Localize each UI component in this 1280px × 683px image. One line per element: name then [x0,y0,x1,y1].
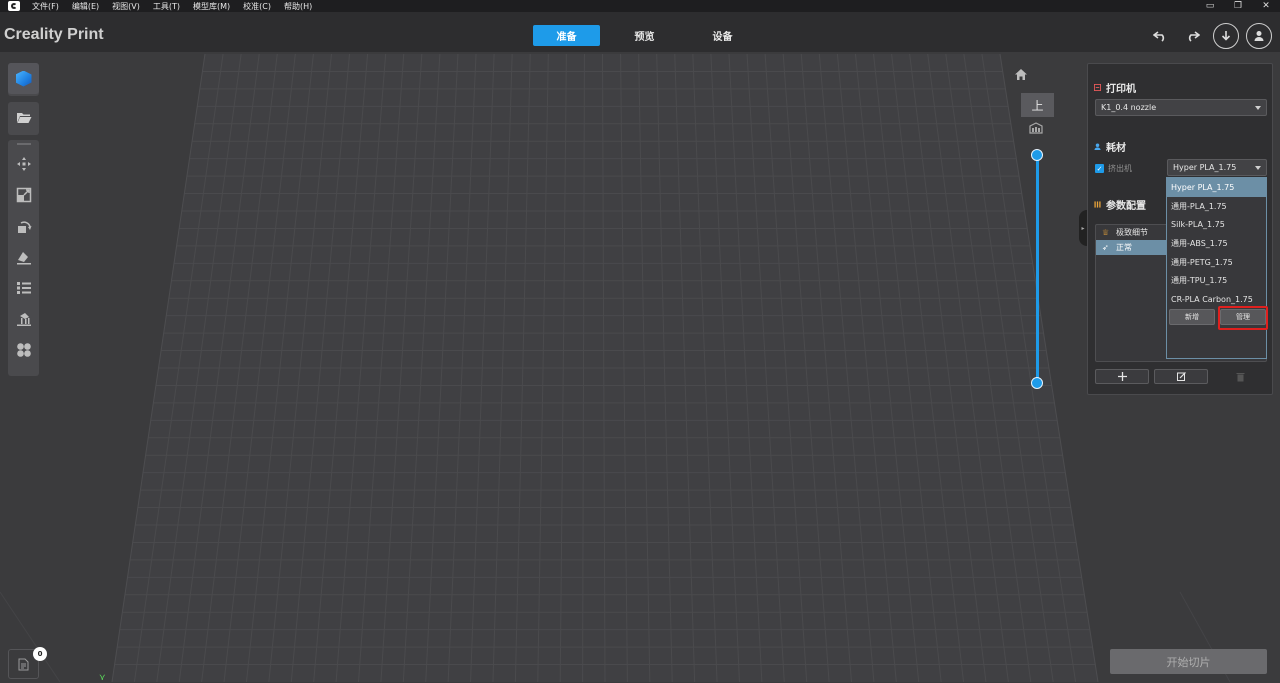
filament-dropdown: Hyper PLA_1.75 通用-PLA_1.75 Silk-PLA_1.75… [1166,177,1267,359]
left-toolbar-tools [8,140,39,376]
filament-select-value: Hyper PLA_1.75 [1173,163,1237,172]
extruder-checkbox-row[interactable]: ✓ 挤出机 [1095,163,1132,174]
open-file-group [8,102,39,135]
menu-file[interactable]: 文件(F) [32,1,59,12]
printer-title: 打印机 [1106,84,1136,95]
home-view-icon[interactable] [1014,68,1028,82]
move-button[interactable] [8,148,39,179]
app-title: Creality Print [4,26,104,43]
close-icon[interactable]: ✕ [1252,0,1280,12]
lay-flat-icon [16,251,31,264]
support-icon [16,312,31,326]
top-view-button[interactable]: 上 [1021,93,1054,117]
start-slice-button[interactable]: 开始切片 [1110,649,1267,674]
top-view-label: 上 [1031,98,1044,113]
menu-edit[interactable]: 编辑(E) [72,1,99,12]
panel-collapse-button[interactable]: ▸ [1079,210,1087,246]
toolbar-divider [16,143,31,145]
minimize-icon[interactable]: ▭ [1196,0,1224,12]
arrange-button[interactable] [8,334,39,365]
layer-slider-track[interactable] [1036,155,1039,383]
extruder-label: 挤出机 [1108,164,1132,173]
menu-tools[interactable]: 工具(T) [153,1,180,12]
menu-help[interactable]: 帮助(H) [284,1,312,12]
trash-icon [1236,372,1244,381]
open-file-button[interactable] [8,102,39,133]
left-toolbar-top [8,63,39,96]
edit-profile-button[interactable] [1154,369,1208,384]
param-actions [1095,369,1272,384]
crown-icon: ♕ [1102,228,1110,237]
download-icon[interactable] [1213,23,1239,49]
list-icon [16,281,31,294]
rocket-icon: ➶ [1102,243,1109,252]
layer-slider-bottom-handle[interactable] [1031,377,1043,389]
filament-section-title: 耗材 [1094,139,1126,154]
folder-open-icon [16,113,31,123]
menu-view[interactable]: 视图(V) [112,1,140,12]
chevron-down-icon [1255,105,1261,110]
menu-calibration[interactable]: 校准(C) [243,1,271,12]
filament-option[interactable]: Hyper PLA_1.75 [1167,178,1266,197]
printer-icon [1094,84,1101,91]
tab-preview[interactable]: 预览 [611,25,678,46]
delete-profile-button[interactable] [1213,369,1267,384]
log-count-badge: 0 [33,647,47,661]
layer-slider-top-handle[interactable] [1031,149,1043,161]
printer-select[interactable]: K1_0.4 nozzle [1095,99,1267,116]
object-list-button[interactable] [8,272,39,303]
header: Creality Print 准备 预览 设备 [0,12,1280,52]
filament-option[interactable]: 通用-PETG_1.75 [1167,253,1266,272]
params-title: 参数配置 [1106,201,1146,212]
perspective-view-icon[interactable] [1029,122,1043,137]
new-filament-button[interactable]: 新增 [1169,309,1215,325]
rotate-button[interactable] [8,210,39,241]
model-list-button[interactable] [8,63,39,94]
scale-icon [16,187,31,202]
filament-select[interactable]: Hyper PLA_1.75 [1167,159,1267,176]
add-profile-button[interactable] [1095,369,1149,384]
param-profile-label: 极致细节 [1116,228,1148,237]
filament-option[interactable]: 通用-PLA_1.75 [1167,197,1266,216]
app-logo-icon [8,1,20,11]
filament-option[interactable]: Silk-PLA_1.75 [1167,215,1266,234]
manage-highlight-box [1218,306,1268,330]
chevron-down-icon [1255,165,1261,170]
main-tabs: 准备 预览 设备 [533,25,767,46]
header-actions [1140,23,1272,49]
undo-icon[interactable] [1147,23,1173,49]
user-icon[interactable] [1246,23,1272,49]
move-icon [16,156,31,171]
arrange-icon [16,342,31,357]
window-controls: ▭ ❐ ✕ [1196,0,1280,12]
lay-flat-button[interactable] [8,241,39,272]
printer-select-value: K1_0.4 nozzle [1101,103,1157,112]
tab-prepare[interactable]: 准备 [533,25,600,46]
redo-icon[interactable] [1180,23,1206,49]
menu-model-library[interactable]: 模型库(M) [193,1,230,12]
filament-option[interactable]: 通用-ABS_1.75 [1167,234,1266,253]
plus-icon [1117,372,1127,381]
filament-icon [1094,143,1101,150]
params-icon [1094,201,1101,208]
edit-icon [1176,372,1186,381]
tab-device[interactable]: 设备 [689,25,756,46]
rotate-icon [17,220,31,233]
cube-icon [15,70,32,87]
support-button[interactable] [8,303,39,334]
filament-option[interactable]: 通用-TPU_1.75 [1167,271,1266,290]
document-icon [18,658,29,670]
params-section-title: 参数配置 [1094,197,1146,212]
filament-title: 耗材 [1106,143,1126,154]
restore-icon[interactable]: ❐ [1224,0,1252,12]
menu-bar: 文件(F) 编辑(E) 视图(V) 工具(T) 模型库(M) 校准(C) 帮助(… [0,0,1280,12]
extruder-checkbox[interactable]: ✓ [1095,164,1104,173]
param-profile-label: 正常 [1116,243,1132,252]
scale-button[interactable] [8,179,39,210]
printer-section-title: 打印机 [1094,80,1136,95]
